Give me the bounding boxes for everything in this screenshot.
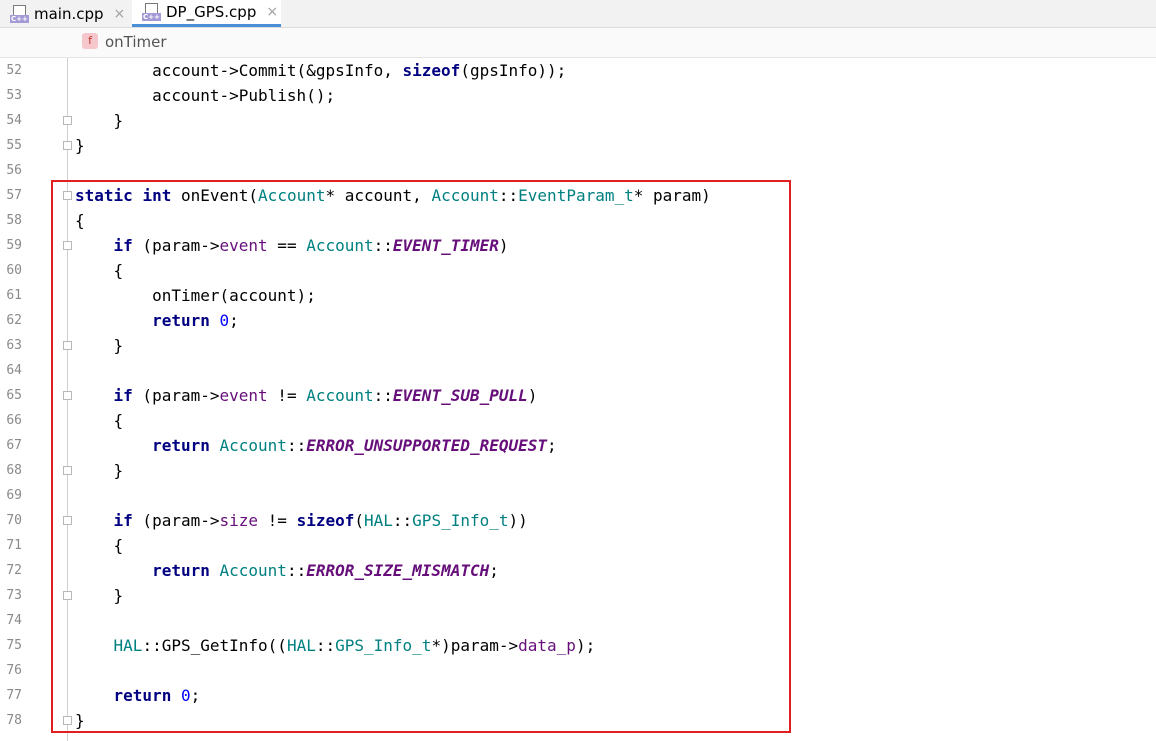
line-number: 68	[6, 463, 22, 478]
line-number: 73	[6, 588, 22, 603]
code-text[interactable]: }	[75, 133, 85, 158]
close-icon[interactable]: ×	[266, 4, 278, 20]
breadcrumb-item-ontimer[interactable]: onTimer	[105, 33, 167, 51]
line-number: 58	[6, 213, 22, 228]
line-number: 61	[6, 288, 22, 303]
code-line[interactable]: 53 account->Publish();	[0, 83, 1156, 108]
code-text[interactable]: account->Commit(&gpsInfo, sizeof(gpsInfo…	[75, 58, 566, 83]
breadcrumb: f onTimer	[0, 28, 1156, 58]
tab-main-cpp[interactable]: C++ main.cpp ×	[10, 0, 132, 27]
line-number: 65	[6, 388, 22, 403]
editor-tab-bar: C++ main.cpp × C++ DP_GPS.cpp ×	[0, 0, 1156, 28]
fold-marker-icon[interactable]	[63, 116, 72, 125]
line-number: 54	[6, 113, 22, 128]
tab-label: DP_GPS.cpp	[166, 3, 257, 21]
code-line[interactable]: 55}	[0, 133, 1156, 158]
close-icon[interactable]: ×	[114, 6, 126, 22]
line-number: 67	[6, 438, 22, 453]
line-number: 57	[6, 188, 22, 203]
code-text[interactable]: account->Publish();	[75, 83, 335, 108]
cpp-file-icon: C++	[10, 4, 29, 23]
line-number: 74	[6, 613, 22, 628]
line-number: 53	[6, 88, 22, 103]
code-text[interactable]: }	[75, 108, 124, 133]
line-number: 77	[6, 688, 22, 703]
line-number: 62	[6, 313, 22, 328]
line-number: 52	[6, 63, 22, 78]
code-line[interactable]: 52 account->Commit(&gpsInfo, sizeof(gpsI…	[0, 58, 1156, 83]
line-number: 66	[6, 413, 22, 428]
code-line[interactable]: 54 }	[0, 108, 1156, 133]
cpp-file-icon: C++	[142, 3, 161, 21]
tab-label: main.cpp	[34, 4, 104, 23]
line-number: 59	[6, 238, 22, 253]
line-number: 75	[6, 638, 22, 653]
code-editor[interactable]: 52 account->Commit(&gpsInfo, sizeof(gpsI…	[0, 58, 1156, 741]
function-icon: f	[82, 33, 98, 49]
tab-dp-gps-cpp[interactable]: C++ DP_GPS.cpp ×	[132, 0, 281, 27]
line-number: 71	[6, 538, 22, 553]
highlight-box	[51, 180, 791, 733]
line-number: 78	[6, 713, 22, 728]
line-number: 60	[6, 263, 22, 278]
line-number: 63	[6, 338, 22, 353]
line-number: 70	[6, 513, 22, 528]
line-number: 56	[6, 163, 22, 178]
line-number: 76	[6, 663, 22, 678]
line-number: 64	[6, 363, 22, 378]
line-number: 69	[6, 488, 22, 503]
fold-marker-icon[interactable]	[63, 141, 72, 150]
line-number: 72	[6, 563, 22, 578]
line-number: 55	[6, 138, 22, 153]
